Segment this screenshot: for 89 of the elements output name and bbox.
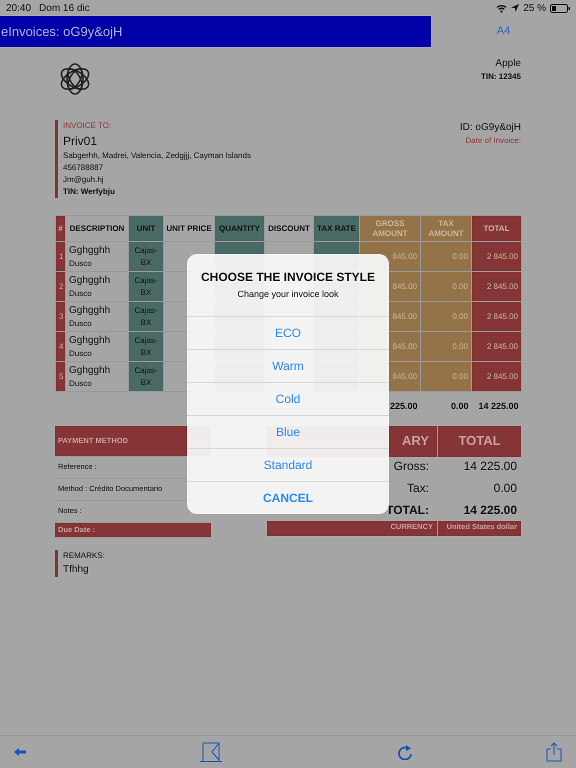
summary-total-header: TOTAL	[437, 426, 521, 456]
column-header: GROSS AMOUNT	[360, 216, 420, 242]
table-cell: 2 845.00	[486, 282, 518, 290]
status-date: Dom 16 dic	[39, 2, 90, 16]
dialog-subtitle: Change your invoice look	[236, 288, 340, 301]
table-cell: 845.00	[392, 372, 417, 380]
table-cell: 0.00	[452, 252, 468, 260]
column-header: QUANTITY	[214, 216, 264, 242]
item-detail: Dusco	[69, 378, 93, 390]
seller-tin: TIN: 12345	[480, 71, 521, 83]
item-detail: Dusco	[69, 288, 93, 300]
style-option[interactable]: Standard	[187, 448, 389, 480]
table-cell: 2 845.00	[486, 372, 518, 380]
table-cell: Cajas-BX	[134, 366, 158, 386]
total-gross: 225.00	[390, 401, 418, 411]
title-bar: eInvoices: oG9y&ojH	[0, 16, 431, 47]
table-cell: 0.00	[452, 342, 468, 350]
client-phone: 456788887	[63, 162, 104, 174]
client-email: Jm@guh.hj	[63, 174, 105, 186]
table-cell: 845.00	[392, 312, 417, 320]
client-tin: TIN: Werfybju	[63, 186, 116, 198]
remarks-label: REMARKS:	[63, 550, 105, 562]
table-cell: Cajas-BX	[134, 246, 158, 266]
summary-value: 14 225.00	[464, 458, 517, 474]
style-option[interactable]: Blue	[187, 414, 389, 448]
share-icon[interactable]	[546, 742, 562, 762]
remarks-text: Tfhhg	[63, 562, 90, 576]
table-cell: Cajas-BX	[134, 306, 158, 326]
location-arrow-icon	[511, 4, 520, 12]
table-cell: 2 845.00	[486, 252, 518, 260]
bill-to-label: INVOICE TO:	[63, 120, 112, 132]
style-option[interactable]: Cold	[187, 382, 389, 414]
summary-title: ARY	[402, 432, 429, 450]
column-header: DESCRIPTION	[66, 216, 128, 242]
item-detail: Dusco	[69, 318, 93, 330]
column-header: UNIT PRICE	[164, 216, 214, 242]
table-cell: 2 845.00	[486, 312, 518, 320]
summary-value: 14 225.00	[464, 502, 517, 518]
total-tax: 0.00	[450, 401, 468, 411]
column-header: DISCOUNT	[264, 216, 314, 242]
table-cell: Cajas-BX	[134, 276, 158, 296]
summary-label: Gross:	[394, 458, 429, 474]
table-cell: 0.00	[452, 282, 468, 290]
column-header: TAX RATE	[314, 216, 360, 242]
logo-icon	[58, 62, 92, 96]
refresh-icon[interactable]	[396, 744, 413, 760]
battery-icon	[550, 4, 570, 12]
table-cell: 0.00	[452, 312, 468, 320]
client-name: Priv01	[63, 133, 98, 150]
item-name: Gghgghh	[69, 364, 112, 378]
summary-value: 0.00	[494, 480, 517, 496]
cancel-button[interactable]: CANCEL	[187, 480, 389, 514]
row-number: 2	[59, 282, 64, 290]
total-amount: 14 225.00	[478, 401, 518, 411]
format-button[interactable]: A4	[490, 22, 516, 41]
row-number: 4	[59, 342, 64, 350]
style-option[interactable]: ECO	[187, 316, 389, 348]
item-detail: Dusco	[69, 258, 93, 270]
row-number: 3	[59, 312, 64, 320]
table-cell: Cajas-BX	[134, 336, 158, 356]
item-name: Gghgghh	[69, 244, 112, 258]
column-header: UNIT	[128, 216, 164, 242]
column-header: TAX AMOUNT	[420, 216, 472, 242]
column-header: #	[56, 216, 66, 242]
item-name: Gghgghh	[69, 274, 112, 288]
column-header: TOTAL	[472, 216, 522, 242]
summary-label: Tax:	[406, 480, 429, 496]
row-number: 1	[59, 252, 64, 260]
style-option[interactable]: Warm	[187, 348, 389, 382]
seller-name: Apple	[494, 57, 521, 71]
table-cell: 845.00	[392, 282, 417, 290]
summary-label: TOTAL:	[386, 502, 429, 518]
back-arrow-icon[interactable]	[14, 748, 26, 756]
table-cell: 845.00	[392, 342, 417, 350]
table-cell: 2 845.00	[486, 342, 518, 350]
invoice-id: ID: oG9y&ojH	[460, 121, 521, 135]
invoice-date-label: Date of Invoice:	[464, 135, 521, 147]
row-number: 5	[59, 372, 64, 380]
status-time: 20:40	[6, 2, 32, 16]
dialog-title: CHOOSE THE INVOICE STYLE	[200, 269, 376, 286]
document-icon[interactable]	[199, 742, 224, 762]
item-detail: Dusco	[69, 348, 93, 360]
table-cell: 0.00	[452, 372, 468, 380]
item-name: Gghgghh	[69, 304, 112, 318]
battery-percent: 25 %	[523, 2, 546, 16]
client-address: Sabgerhh, Madrei, Valencia, Zedgjjj, Cayman Islands	[63, 150, 251, 162]
wifi-icon	[496, 4, 508, 12]
table-cell: 845.00	[392, 252, 417, 260]
item-name: Gghgghh	[69, 334, 112, 348]
